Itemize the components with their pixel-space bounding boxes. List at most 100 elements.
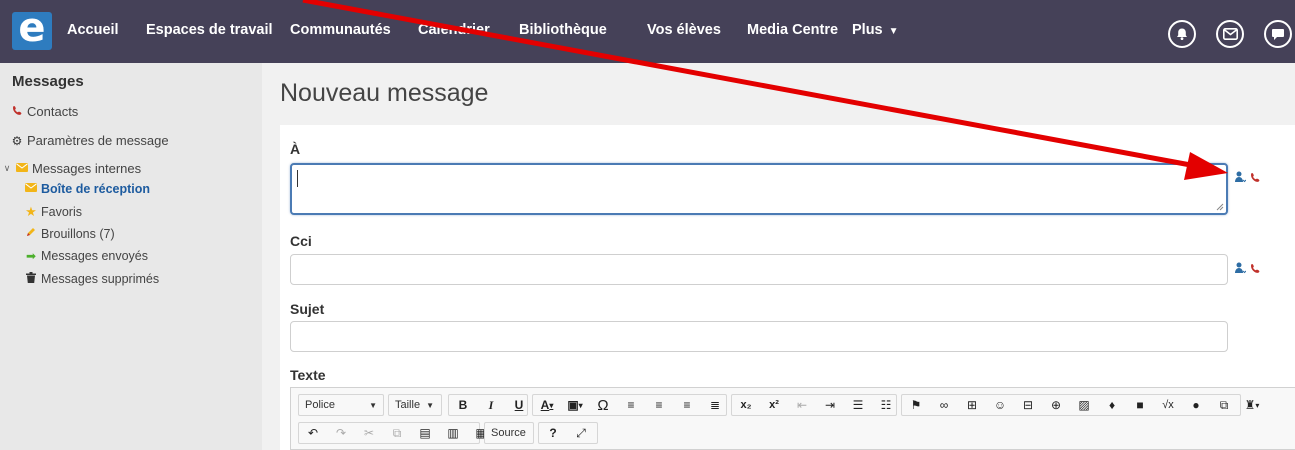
copy-icon[interactable]: ⧉: [383, 423, 411, 443]
font-combo[interactable]: Police ▼: [298, 394, 384, 416]
subject-field[interactable]: [290, 321, 1228, 352]
subscript-icon[interactable]: x₂: [732, 395, 760, 415]
nav-calendrier[interactable]: Calendrier: [418, 22, 490, 38]
teams-icon[interactable]: ⧉: [1210, 395, 1238, 415]
help-icon[interactable]: ?: [539, 423, 567, 443]
mail-icon[interactable]: [1216, 20, 1244, 48]
size-combo[interactable]: Taille ▼: [388, 394, 442, 416]
nav-espaces-de-travail[interactable]: Espaces de travail: [146, 22, 273, 38]
sidebar-item-internal-messages[interactable]: ∨ Messages internes: [2, 161, 141, 176]
paste-text-icon[interactable]: ▥: [439, 423, 467, 443]
paste-icon[interactable]: ▤: [411, 423, 439, 443]
sidebar-item-inbox[interactable]: Boîte de réception: [24, 182, 150, 196]
chevron-down-icon: ▼: [426, 400, 434, 410]
top-navigation-bar: e Accueil Espaces de travail Communautés…: [0, 0, 1295, 63]
person-icon[interactable]: [1235, 262, 1247, 277]
sidebar-item-label: Boîte de réception: [41, 182, 151, 196]
widget-icon[interactable]: ♜ ▾: [1238, 395, 1266, 415]
page-title: Nouveau message: [280, 79, 489, 107]
size-combo-label: Taille: [395, 399, 421, 411]
chevron-down-icon: ▼: [888, 26, 899, 37]
microphone-icon[interactable]: ♦: [1098, 395, 1126, 415]
code-icon[interactable]: ●: [1182, 395, 1210, 415]
table-icon[interactable]: ⊞: [958, 395, 986, 415]
background-color-icon[interactable]: ▣ ▾: [561, 395, 589, 415]
chat-icon[interactable]: [1264, 20, 1292, 48]
align-center-icon[interactable]: ≡: [645, 395, 673, 415]
embed-icon[interactable]: ⊟: [1014, 395, 1042, 415]
underline-icon[interactable]: U: [505, 395, 533, 415]
sidebar-item-label: Messages internes: [32, 161, 142, 176]
numbered-list-icon[interactable]: ☰: [844, 395, 872, 415]
sidebar-item-sent[interactable]: ➡ Messages envoyés: [24, 249, 148, 263]
person-icon[interactable]: [1235, 171, 1247, 186]
outdent-icon[interactable]: ⇤: [788, 395, 816, 415]
list-group: x₂ x² ⇤ ⇥ ☰ ☷: [731, 394, 897, 416]
sidebar-item-label: Messages supprimés: [41, 272, 160, 286]
nav-communautes[interactable]: Communautés: [290, 22, 391, 38]
style-group: A ▾ ▣ ▾ Ω ≡ ≡ ≡ ≣: [532, 394, 727, 416]
nav-plus[interactable]: Plus ▼: [852, 22, 899, 38]
sidebar-item-label: Messages envoyés: [41, 249, 149, 263]
resize-handle-icon[interactable]: [1216, 203, 1224, 211]
messages-sidebar: Messages Contacts ⚙ Paramètres de messag…: [0, 63, 262, 450]
bcc-label: Cci: [290, 233, 312, 249]
globe-icon[interactable]: ⊕: [1042, 395, 1070, 415]
nav-vos-eleves[interactable]: Vos élèves: [647, 22, 721, 38]
bulleted-list-icon[interactable]: ☷: [872, 395, 900, 415]
arrow-right-icon: ➡: [25, 249, 37, 263]
video-icon[interactable]: ■: [1126, 395, 1154, 415]
phone-icon[interactable]: [1250, 262, 1261, 277]
insert-group: ⚑ ∞ ⊞ ☺ ⊟ ⊕ ▨ ♦ ■ √x ● ⧉ ♜ ▾: [901, 394, 1259, 416]
link-icon[interactable]: ∞: [930, 395, 958, 415]
redo-icon[interactable]: ↷: [327, 423, 355, 443]
phone-icon[interactable]: [1250, 171, 1261, 186]
app-logo[interactable]: e: [12, 6, 52, 50]
sidebar-item-label: Contacts: [27, 104, 79, 119]
align-left-icon[interactable]: ≡: [617, 395, 645, 415]
formula-icon[interactable]: √x: [1154, 395, 1182, 415]
indent-icon[interactable]: ⇥: [816, 395, 844, 415]
sidebar-item-deleted[interactable]: Messages supprimés: [24, 272, 159, 286]
align-right-icon[interactable]: ≡: [673, 395, 701, 415]
bcc-contact-actions: [1235, 262, 1261, 277]
bcc-field[interactable]: [290, 254, 1228, 285]
main-content: Nouveau message À Cci Sujet Texte Police…: [262, 63, 1295, 450]
font-combo-label: Police: [305, 399, 335, 411]
edit-group: ↶ ↷ ✂ ⧉ ▤ ▥ ▦: [298, 422, 487, 444]
nav-accueil[interactable]: Accueil: [67, 22, 119, 38]
image-icon[interactable]: ▨: [1070, 395, 1098, 415]
nav-media-centre[interactable]: Media Centre: [747, 22, 838, 38]
subject-label: Sujet: [290, 301, 325, 317]
bold-icon[interactable]: B: [449, 395, 477, 415]
undo-icon[interactable]: ↶: [299, 423, 327, 443]
text-label: Texte: [290, 367, 326, 383]
sidebar-item-drafts[interactable]: Brouillons (7): [24, 226, 115, 241]
flag-icon[interactable]: ⚑: [902, 395, 930, 415]
maximize-icon[interactable]: ⤢: [567, 423, 595, 443]
smiley-icon[interactable]: ☺: [986, 395, 1014, 415]
sidebar-item-contacts[interactable]: Contacts: [10, 104, 78, 119]
italic-icon[interactable]: I: [477, 395, 505, 415]
nav-bibliotheque[interactable]: Bibliothèque: [519, 22, 607, 38]
cut-icon[interactable]: ✂: [355, 423, 383, 443]
compose-form: À Cci Sujet Texte Police ▼ Taille ▼ B I …: [280, 125, 1295, 450]
sidebar-item-label: Favoris: [41, 205, 82, 219]
special-char-icon[interactable]: Ω: [589, 395, 617, 415]
bell-icon[interactable]: [1168, 20, 1196, 48]
gear-icon: ⚙: [11, 133, 23, 148]
nav-plus-label: Plus: [852, 22, 883, 38]
source-button[interactable]: Source: [484, 422, 534, 444]
superscript-icon[interactable]: x²: [760, 395, 788, 415]
sidebar-item-settings[interactable]: ⚙ Paramètres de message: [10, 133, 169, 148]
align-justify-icon[interactable]: ≣: [701, 395, 729, 415]
to-field[interactable]: [290, 163, 1228, 215]
sidebar-item-favorites[interactable]: ★ Favoris: [24, 204, 82, 220]
trash-icon: [24, 272, 38, 286]
to-label: À: [290, 141, 301, 157]
to-contact-actions: [1235, 171, 1261, 186]
sidebar-item-label: Brouillons (7): [41, 226, 115, 241]
format-group: B I U: [448, 394, 528, 416]
text-color-icon[interactable]: A ▾: [533, 395, 561, 415]
phone-icon: [10, 105, 24, 119]
